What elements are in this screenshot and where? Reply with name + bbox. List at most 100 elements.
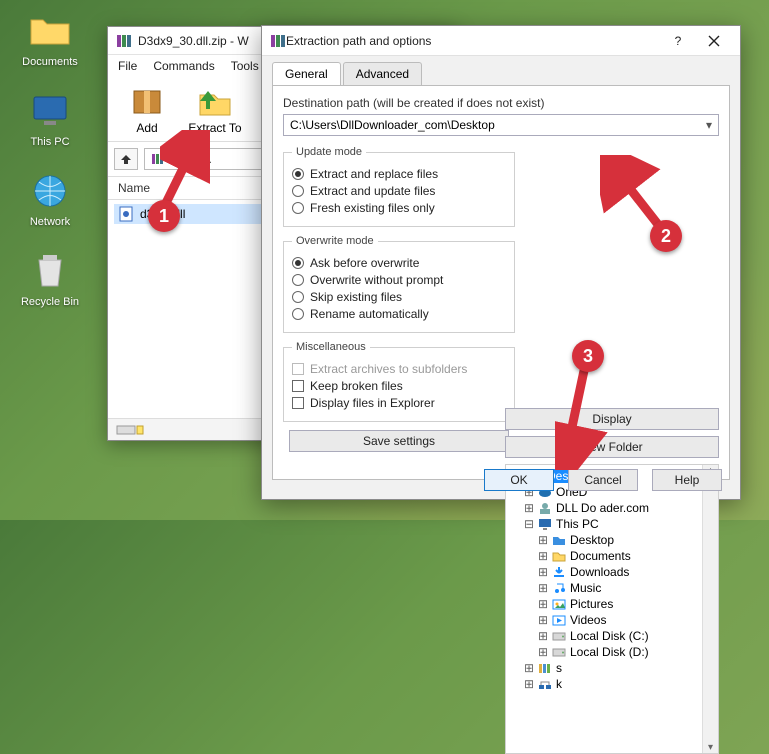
dll-file-icon [118, 206, 134, 222]
tree-node[interactable]: ⊞Local Disk (C:) [508, 628, 716, 644]
update-mode-group: Update mode Extract and replace files Ex… [283, 146, 515, 227]
tree-node[interactable]: ⊞s [508, 660, 716, 676]
desktop-icon-recycle-bin[interactable]: Recycle Bin [8, 250, 92, 308]
misc-opt-display-explorer[interactable]: Display files in Explorer [292, 396, 506, 410]
expand-icon[interactable]: ⊞ [538, 549, 548, 563]
close-icon[interactable] [696, 29, 732, 53]
radio-icon [292, 168, 304, 180]
tree-node-icon [552, 614, 566, 626]
extract-icon [197, 83, 233, 119]
cancel-button[interactable]: Cancel [568, 469, 638, 491]
expand-icon[interactable]: ⊞ [538, 565, 548, 579]
tree-node-label: Downloads [570, 565, 629, 579]
tree-node[interactable]: ⊞ DLL Do ader.com [508, 500, 716, 516]
help-button[interactable]: Help [652, 469, 722, 491]
path-up-button[interactable] [114, 148, 138, 170]
step-badge-1: 1 [148, 200, 180, 232]
menu-tools[interactable]: Tools [231, 59, 259, 73]
overwrite-opt-ask[interactable]: Ask before overwrite [292, 256, 506, 270]
step-badge-2: 2 [650, 220, 682, 252]
chevron-down-icon: ▾ [706, 118, 712, 132]
expand-icon[interactable]: ⊞ [538, 533, 548, 547]
new-folder-button[interactable]: New Folder [505, 436, 719, 458]
extract-dialog: Extraction path and options ? General Ad… [261, 25, 741, 500]
radio-icon [292, 202, 304, 214]
expand-icon[interactable]: ⊞ [538, 613, 548, 627]
expand-icon[interactable]: ⊟ [524, 517, 534, 531]
radio-icon [292, 291, 304, 303]
dialog-panel: Destination path (will be created if doe… [272, 85, 730, 480]
tree-node[interactable]: ⊞ Downloads [508, 564, 716, 580]
toolbar-extract-label: Extract To [188, 121, 241, 135]
desktop-icon-label: This PC [30, 136, 69, 148]
expand-icon[interactable]: ⊞ [538, 581, 548, 595]
tree-node[interactable]: ⊞ Music [508, 580, 716, 596]
globe-icon [29, 170, 71, 212]
expand-icon[interactable]: ⊞ [524, 677, 534, 691]
tree-node-icon [552, 630, 566, 642]
tree-node-icon [552, 598, 566, 610]
tree-node[interactable]: ⊟ This PC [508, 516, 716, 532]
overwrite-opt-without-prompt[interactable]: Overwrite without prompt [292, 273, 506, 287]
misc-group: Miscellaneous Extract archives to subfol… [283, 341, 515, 422]
tree-node-label: Music [570, 581, 601, 595]
misc-opt-keep-broken[interactable]: Keep broken files [292, 379, 506, 393]
tree-node-icon [552, 534, 566, 546]
expand-icon[interactable]: ⊞ [538, 629, 548, 643]
dialog-tabs: General Advanced [262, 56, 740, 85]
menu-file[interactable]: File [118, 59, 137, 73]
overwrite-legend: Overwrite mode [292, 235, 378, 247]
toolbar-add-label: Add [136, 121, 157, 135]
folder-tree[interactable]: ⊟Desktop⊞OneD⊞DLL Do ader.com⊟This PC⊞De… [505, 464, 719, 754]
ok-button[interactable]: OK [484, 469, 554, 491]
expand-icon[interactable]: ⊞ [538, 597, 548, 611]
desktop-icon-documents[interactable]: Documents [8, 10, 92, 68]
menu-commands[interactable]: Commands [153, 59, 214, 73]
toolbar-add[interactable]: Add [118, 83, 176, 135]
desktop-icon-this-pc[interactable]: This PC [8, 90, 92, 148]
radio-icon [292, 274, 304, 286]
dialog-titlebar[interactable]: Extraction path and options ? [262, 26, 740, 56]
tree-node-label: DLL Do ader.com [556, 501, 649, 515]
dialog-title: Extraction path and options [286, 34, 660, 48]
tree-node[interactable]: ⊞Documents [508, 548, 716, 564]
toolbar-extract-to[interactable]: Extract To [186, 83, 244, 135]
overwrite-opt-rename[interactable]: Rename automatically [292, 307, 506, 321]
expand-icon[interactable]: ⊞ [524, 501, 534, 515]
expand-icon[interactable]: ⊞ [538, 645, 548, 659]
destination-path-input[interactable]: C:\Users\DllDownloader_com\Desktop ▾ [283, 114, 719, 136]
misc-legend: Miscellaneous [292, 341, 370, 353]
overwrite-opt-skip[interactable]: Skip existing files [292, 290, 506, 304]
radio-icon [292, 308, 304, 320]
tab-advanced[interactable]: Advanced [343, 62, 422, 85]
tab-general[interactable]: General [272, 62, 341, 85]
pc-icon [29, 90, 71, 132]
tree-node[interactable]: ⊞ Pictures [508, 596, 716, 612]
update-opt-fresh[interactable]: Fresh existing files only [292, 201, 506, 215]
path-text: dx9_30. [169, 152, 212, 166]
folder-icon [29, 10, 71, 52]
tree-node[interactable]: ⊞k [508, 676, 716, 692]
tree-node[interactable]: ⊞Local Disk (D:) [508, 644, 716, 660]
tree-node-label: Pictures [570, 597, 613, 611]
update-opt-replace[interactable]: Extract and replace files [292, 167, 506, 181]
save-settings-button[interactable]: Save settings [289, 430, 509, 452]
checkbox-icon [292, 380, 304, 392]
dialog-buttons: OK Cancel Help [262, 469, 740, 491]
tree-node[interactable]: ⊞Desktop [508, 532, 716, 548]
desktop-icon-network[interactable]: Network [8, 170, 92, 228]
destination-path-value: C:\Users\DllDownloader_com\Desktop [290, 118, 495, 132]
expand-icon[interactable]: ⊞ [524, 661, 534, 675]
update-opt-update[interactable]: Extract and update files [292, 184, 506, 198]
tree-node-label: This PC [556, 517, 599, 531]
tree-node-icon [538, 662, 552, 674]
tree-node-icon [552, 550, 566, 562]
tree-node[interactable]: ⊞ Videos [508, 612, 716, 628]
tree-scrollbar[interactable] [702, 465, 718, 753]
display-button[interactable]: Display [505, 408, 719, 430]
desktop-icon-label: Documents [22, 56, 78, 68]
help-icon[interactable]: ? [660, 29, 696, 53]
tree-node-icon [538, 678, 552, 690]
tree-node-label: Videos [570, 613, 606, 627]
overwrite-mode-group: Overwrite mode Ask before overwrite Over… [283, 235, 515, 333]
